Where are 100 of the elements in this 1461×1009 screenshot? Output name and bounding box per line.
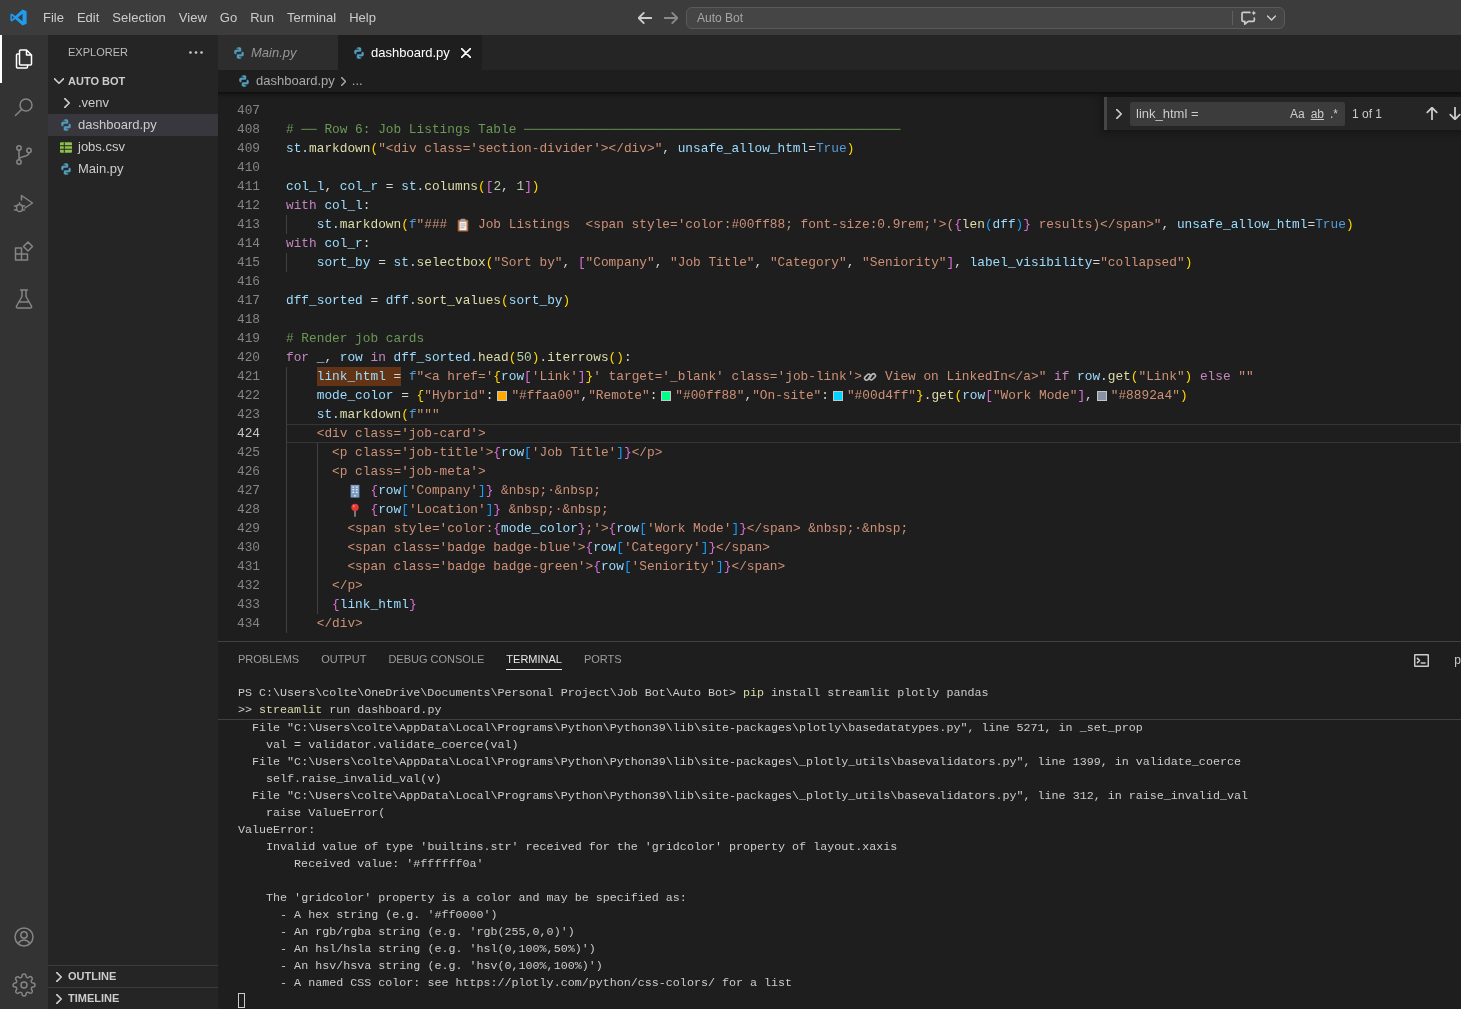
code-line: col_l, col_r = st.columns([2, 1]) [286,178,540,196]
panel-tab[interactable]: DEBUG CONSOLE [388,650,485,670]
code-line: <span class='badge badge-blue'>{row['Category']}</span> [347,539,770,557]
menu-item[interactable]: View [172,5,213,30]
section-header[interactable]: OUTLINE [68,968,117,985]
terminal-line: val = validator.validate_coerce(val) [266,737,519,754]
tree-item[interactable]: .venv [48,92,218,114]
menu-item[interactable]: Go [213,5,244,30]
find-field[interactable]: link_html = Aa ab .* [1130,101,1345,126]
panel-tab[interactable]: PROBLEMS [238,650,300,670]
python-file-icon [60,119,72,131]
chevron-down-icon[interactable] [1267,14,1276,21]
extensions-icon[interactable] [12,239,36,263]
line-number: 424 [235,425,260,443]
menu-item[interactable]: Run [244,5,280,30]
terminal-cursor [238,993,245,1008]
command-center[interactable]: Auto Bot [686,6,1285,29]
line-number: 423 [235,406,260,424]
find-option-button[interactable]: .* [1327,105,1341,122]
terminal-line: - A named CSS color: see https://plotly.com/python/css-colors/ for a list [280,975,793,992]
menu-item[interactable]: Help [343,5,382,30]
terminal-line: PS C:\Users\colte\OneDrive\Documents\Personal Project\Job Bot\Auto Bot> pip install streamlit plotly pandas [238,685,989,702]
line-number: 412 [235,197,260,215]
code-line: <div class='job-card'> [316,425,486,443]
line-number: 413 [235,216,260,234]
close-icon[interactable] [460,47,471,58]
line-number: 421 [235,368,260,386]
match-count: 1 of 1 [1352,105,1384,123]
code-text: st.markdown(f"### [316,216,449,234]
breadcrumb-item[interactable]: ... [351,71,363,91]
arrow-down-icon[interactable] [1449,107,1461,120]
line-number: 429 [235,520,260,538]
code-line: dff_sorted = dff.sort_values(sort_by) [286,292,571,310]
editor-tab[interactable]: Main.py [218,35,338,70]
section-header[interactable]: TIMELINE [68,990,120,1007]
python-file-icon [238,75,250,87]
line-number: 422 [235,387,260,405]
arrow-left-icon[interactable] [638,10,652,25]
terminal-line: Received value: '#ffffff0a' [294,856,484,873]
code-text: {row['Company']} &nbsp;·&nbsp; [369,482,601,500]
line-number: 410 [235,159,260,177]
menu-item[interactable]: Selection [106,5,172,30]
code-text: View on LinkedIn</a>" if row.get("Link") else "" [884,368,1254,386]
line-number: 415 [235,254,260,272]
line-number: 417 [235,292,260,310]
panel-tab[interactable]: PORTS [583,650,622,670]
chevron-right-icon[interactable] [64,98,70,108]
editor-tab[interactable]: dashboard.py [338,35,482,70]
app-logo-icon [10,9,27,26]
line-number: 425 [235,444,260,462]
code-line: <p class='job-meta'> [332,463,486,481]
code-line: # ── Row 6: Job Listings Table ───────────────────────────────────────────────── [286,121,901,139]
menu-item[interactable]: File [37,5,70,30]
code-line: <span class='badge badge-green'>{row['Seniority']}</span> [347,558,786,576]
panel-tab[interactable]: OUTPUT [321,650,367,670]
find-match: link_html = [316,367,402,386]
shell-label[interactable]: p [1454,651,1461,669]
chevron-right-icon[interactable] [56,993,62,1004]
menu-item[interactable]: Terminal [281,5,343,30]
find-option-button[interactable]: Aa [1286,105,1308,122]
tree-item[interactable]: jobs.csv [48,136,218,158]
line-number: 407 [235,102,260,120]
tree-item[interactable]: dashboard.py [48,114,218,136]
menu-item[interactable]: Edit [70,5,106,30]
code-text: mode_color = {"Hybrid": [316,387,494,405]
chevron-down-icon[interactable] [54,78,64,84]
line-number: 414 [235,235,260,253]
clipboard-icon [455,217,470,232]
folder-name[interactable]: AUTO BOT [68,72,126,90]
line-number: 419 [235,330,260,348]
code-line: </div> [316,615,363,633]
line-number: 431 [235,558,260,576]
chevron-right-icon[interactable] [56,971,62,982]
line-number: 416 [235,273,260,291]
code-text: f"<a href='{row['Link']}' target='_blank' class='job-link'> [407,368,862,386]
terminal-line: - An hsl/hsla string (e.g. 'hsl(0,100%,50%)') [280,941,596,958]
terminal-line: ValueError: [238,822,316,839]
line-number: 433 [235,596,260,614]
settings-icon[interactable] [12,973,36,997]
arrow-right-icon[interactable] [664,10,678,25]
search-icon[interactable] [12,95,36,119]
panel-tab[interactable]: TERMINAL [506,650,562,670]
code-text: {row['Location']} &nbsp;·&nbsp; [369,501,609,519]
terminal-line: File "C:\Users\colte\AppData\Local\Programs\Python\Python39\lib\site-packages\plotly\basedatatypes.py", line 5271, in _set_prop [252,720,1143,737]
arrow-up-icon[interactable] [1426,107,1438,120]
chevron-right-icon[interactable] [1116,108,1122,119]
sidebar-title: EXPLORER [68,45,128,61]
code-line: sort_by = st.selectbox("Sort by", ["Company", "Job Title", "Category", "Seniority"], label_visibility="collapsed") [316,254,1193,272]
find-option-button[interactable]: ab [1307,105,1327,122]
terminal-icon[interactable] [1414,653,1430,667]
chat-sparkle-icon[interactable] [1241,10,1257,25]
line-number: 434 [235,615,260,633]
code-line: st.markdown(f""" [316,406,440,424]
breadcrumb-item[interactable]: dashboard.py [256,71,335,91]
tree-item[interactable]: Main.py [48,158,218,180]
line-number: 428 [235,501,260,519]
more-icon[interactable] [189,51,203,54]
code-text: Job Listings <span style='color:#00ff88; font-size:0.9rem;'>({len(dff)} results)</span>", unsafe_allow_html=True) [477,216,1354,234]
account-icon[interactable] [12,925,36,949]
terminal-line: - An rgb/rgba string (e.g. 'rgb(255,0,0)') [280,924,575,941]
